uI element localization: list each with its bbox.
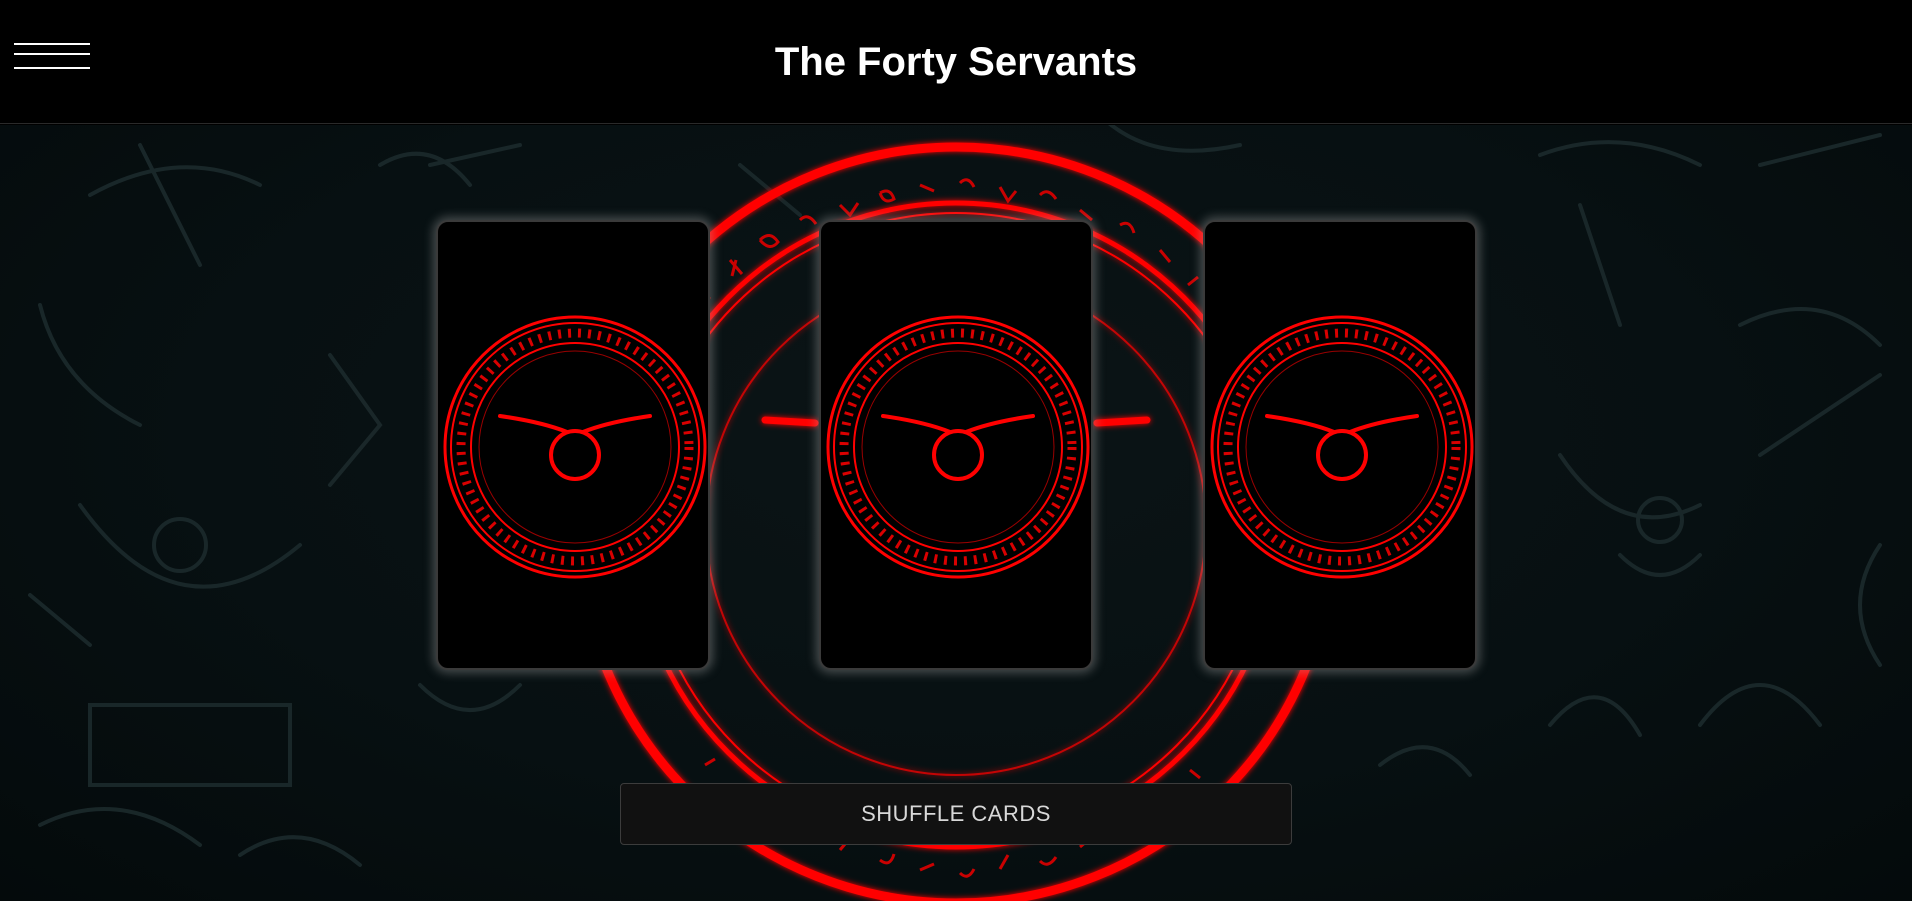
page-title: The Forty Servants bbox=[774, 40, 1138, 84]
tarot-card-3[interactable] bbox=[1203, 220, 1477, 670]
shuffle-cards-button[interactable]: SHUFFLE CARDS bbox=[620, 783, 1292, 845]
tarot-card-1[interactable] bbox=[436, 220, 710, 670]
card-table: SHUFFLE CARDS bbox=[0, 125, 1912, 901]
red-seal-sigil-icon bbox=[1210, 315, 1474, 579]
red-seal-sigil-icon bbox=[443, 315, 707, 579]
red-seal-sigil-icon bbox=[826, 315, 1090, 579]
tarot-card-2[interactable] bbox=[819, 220, 1093, 670]
top-bar: The Forty Servants bbox=[0, 0, 1912, 124]
